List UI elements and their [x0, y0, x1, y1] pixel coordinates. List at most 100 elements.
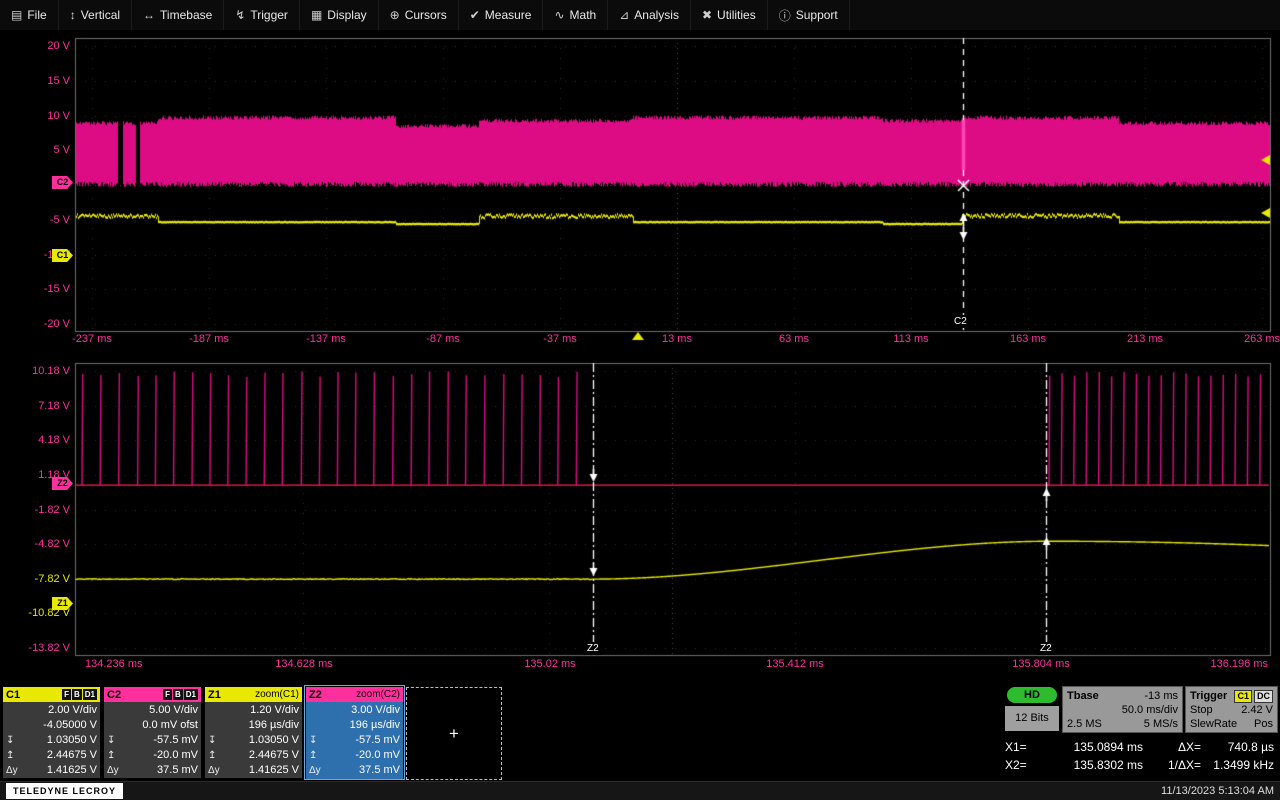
menu-utilities[interactable]: ✖Utilities — [691, 0, 768, 30]
descriptor-row: ↥-20.0 mV — [107, 748, 198, 763]
menu-vertical[interactable]: ↕ Vertical — [59, 0, 132, 30]
cursor-lower-icon: ↧ — [107, 733, 115, 748]
menu-cursors[interactable]: ⊕Cursors — [379, 0, 459, 30]
x1-label: X1= — [1005, 738, 1039, 756]
cursor-label-z2-x2[interactable]: Z2 — [1037, 642, 1055, 655]
row-value: 2.44675 V — [47, 748, 97, 763]
descriptor-row: Δy 1.41625 V — [6, 763, 97, 778]
trace-title: C1 — [6, 689, 20, 701]
analysis-icon: ⊿ — [619, 8, 629, 22]
trigger-slope: Pos — [1254, 717, 1273, 731]
menu-analysis[interactable]: ⊿ Analysis — [608, 0, 691, 30]
trace-subtitle: zoom(C1) — [255, 689, 299, 700]
trace-subtitle: zoom(C2) — [356, 689, 400, 700]
cursor-lower-icon: ↧ — [208, 733, 216, 748]
descriptor-z1[interactable]: Z1zoom(C1)1.20 V/div196 µs/div↧1.03050 V… — [204, 686, 303, 779]
row-value: 196 µs/div — [249, 718, 299, 733]
badge-b: B — [72, 689, 82, 700]
menu-label: Utilities — [717, 8, 756, 22]
cursor-upper-icon: ↥ — [309, 748, 317, 763]
datetime: 11/13/2023 5:13:04 AM — [1161, 785, 1274, 797]
cursor-lower-icon: ↧ — [6, 733, 14, 748]
cursor-readout: X1= 135.0894 ms ΔX= 740.8 µs X2= 135.830… — [1005, 738, 1278, 774]
descriptor-row: ↧-57.5 mV — [309, 733, 400, 748]
menu-label: Math — [570, 8, 597, 22]
descriptor-row: Δy1.41625 V — [208, 763, 299, 778]
descriptor-row: Δy 37.5 mV — [107, 763, 198, 778]
timebase-scale: 50.0 ms/div — [1122, 703, 1178, 717]
trigger-level: 2.42 V — [1241, 703, 1273, 717]
descriptor-row: 196 µs/div — [309, 718, 400, 733]
menu-label: Timebase — [160, 8, 212, 22]
menu-label: Analysis — [634, 8, 679, 22]
delta-y-label: Δy — [6, 763, 18, 778]
hd-mode-badge[interactable]: HD — [1007, 687, 1057, 703]
timebase-icon: ↔ — [143, 8, 155, 22]
row-value: 37.5 mV — [157, 763, 198, 778]
plus-icon: + — [449, 724, 459, 744]
menu-timebase[interactable]: ↔ Timebase — [132, 0, 224, 30]
descriptor-header: Z1zoom(C1) — [205, 687, 302, 702]
descriptor-body: 5.00 V/div0.0 mV ofst↧ -57.5 mV↥-20.0 mVΔ… — [104, 702, 201, 779]
timebase-rate: 5 MS/s — [1144, 717, 1178, 731]
menu-file[interactable]: ▤ File — [0, 0, 59, 30]
trigger-panel[interactable]: Trigger C1 DC Stop 2.42 V SlewRate Pos — [1185, 686, 1278, 733]
row-value: -57.5 mV — [153, 733, 198, 748]
descriptor-row: ↧1.03050 V — [6, 733, 97, 748]
menu-label: Display — [327, 8, 366, 22]
measure-icon: ✔ — [470, 8, 480, 22]
descriptor-header: C2FBD1 — [104, 687, 201, 702]
cursor-label-c2[interactable]: C2 — [951, 315, 970, 328]
descriptor-row: 0.0 mV ofst — [107, 718, 198, 733]
menu-label: Measure — [485, 8, 532, 22]
trace-title: C2 — [107, 689, 121, 701]
timebase-offset: -13 ms — [1144, 689, 1178, 703]
header-badges: FBD1 — [62, 689, 97, 700]
menu-math[interactable]: ∿Math — [543, 0, 608, 30]
delta-y-label: Δy — [107, 763, 119, 778]
badge-b: B — [173, 689, 183, 700]
descriptor-c1[interactable]: C1 FBD1 2.00 V/div-4.05000 V↧1.03050 V↥2.4… — [2, 686, 101, 779]
menu-label: File — [27, 8, 46, 22]
x2-value: 135.8302 ms — [1039, 756, 1143, 774]
vertical-icon: ↕ — [70, 8, 76, 22]
add-trace-button[interactable]: + — [406, 687, 502, 780]
row-value: 2.00 V/div — [48, 703, 97, 718]
inv-dx-value: 1.3499 kHz — [1201, 756, 1274, 774]
trace-title: Z2 — [309, 689, 322, 701]
delta-y-label: Δy — [208, 763, 220, 778]
cursor-lower-icon: ↧ — [309, 733, 317, 748]
x2-label: X2= — [1005, 756, 1039, 774]
scope-display: C2 Z2 Z2 20 V15 V10 V5 V0 V-5 V-10 V-15 … — [0, 30, 1280, 677]
descriptor-c2[interactable]: C2FBD15.00 V/div0.0 mV ofst↧ -57.5 mV↥-20… — [103, 686, 202, 779]
descriptor-row: 196 µs/div — [208, 718, 299, 733]
row-value: -20.0 mV — [153, 748, 198, 763]
descriptor-row: ↧ -57.5 mV — [107, 733, 198, 748]
menu-trigger[interactable]: ↯Trigger — [224, 0, 300, 30]
trigger-kind: SlewRate — [1190, 717, 1237, 731]
descriptor-z2[interactable]: Z2 zoom(C2) 3.00 V/div196 µs/div↧-57.5 mV↥… — [305, 686, 404, 779]
menu-measure[interactable]: ✔ Measure — [459, 0, 544, 30]
dx-label: ΔX= — [1149, 738, 1201, 756]
file-icon: ▤ — [11, 8, 22, 22]
menu-label: Vertical — [81, 8, 120, 22]
bit-depth-indicator[interactable]: 12 Bits — [1005, 706, 1059, 731]
waveform-canvas[interactable] — [0, 30, 1280, 677]
row-value: 1.20 V/div — [250, 703, 299, 718]
descriptor-body: 2.00 V/div-4.05000 V↧1.03050 V↥2.44675 V… — [3, 702, 100, 779]
teledyne-lecroy-logo: TELEDYNE LECROY — [6, 783, 123, 799]
badge-f: F — [62, 689, 71, 700]
row-value: 5.00 V/div — [149, 703, 198, 718]
descriptor-header: C1 FBD1 — [3, 687, 100, 702]
descriptor-row: ↧1.03050 V — [208, 733, 299, 748]
descriptor-row: ↥2.44675 V — [208, 748, 299, 763]
row-value: 1.41625 V — [47, 763, 97, 778]
menu-support[interactable]: ⓘSupport — [768, 0, 850, 30]
timebase-panel[interactable]: Tbase -13 ms 50.0 ms/div 2.5 MS 5 MS/s — [1062, 686, 1183, 733]
menu-display[interactable]: ▦Display — [300, 0, 379, 30]
cursor-label-z2-x1[interactable]: Z2 — [584, 642, 602, 655]
descriptor-row: 3.00 V/div — [309, 703, 400, 718]
descriptor-row: ↥-20.0 mV — [309, 748, 400, 763]
timebase-samples: 2.5 MS — [1067, 717, 1102, 731]
descriptor-row: 2.00 V/div — [6, 703, 97, 718]
